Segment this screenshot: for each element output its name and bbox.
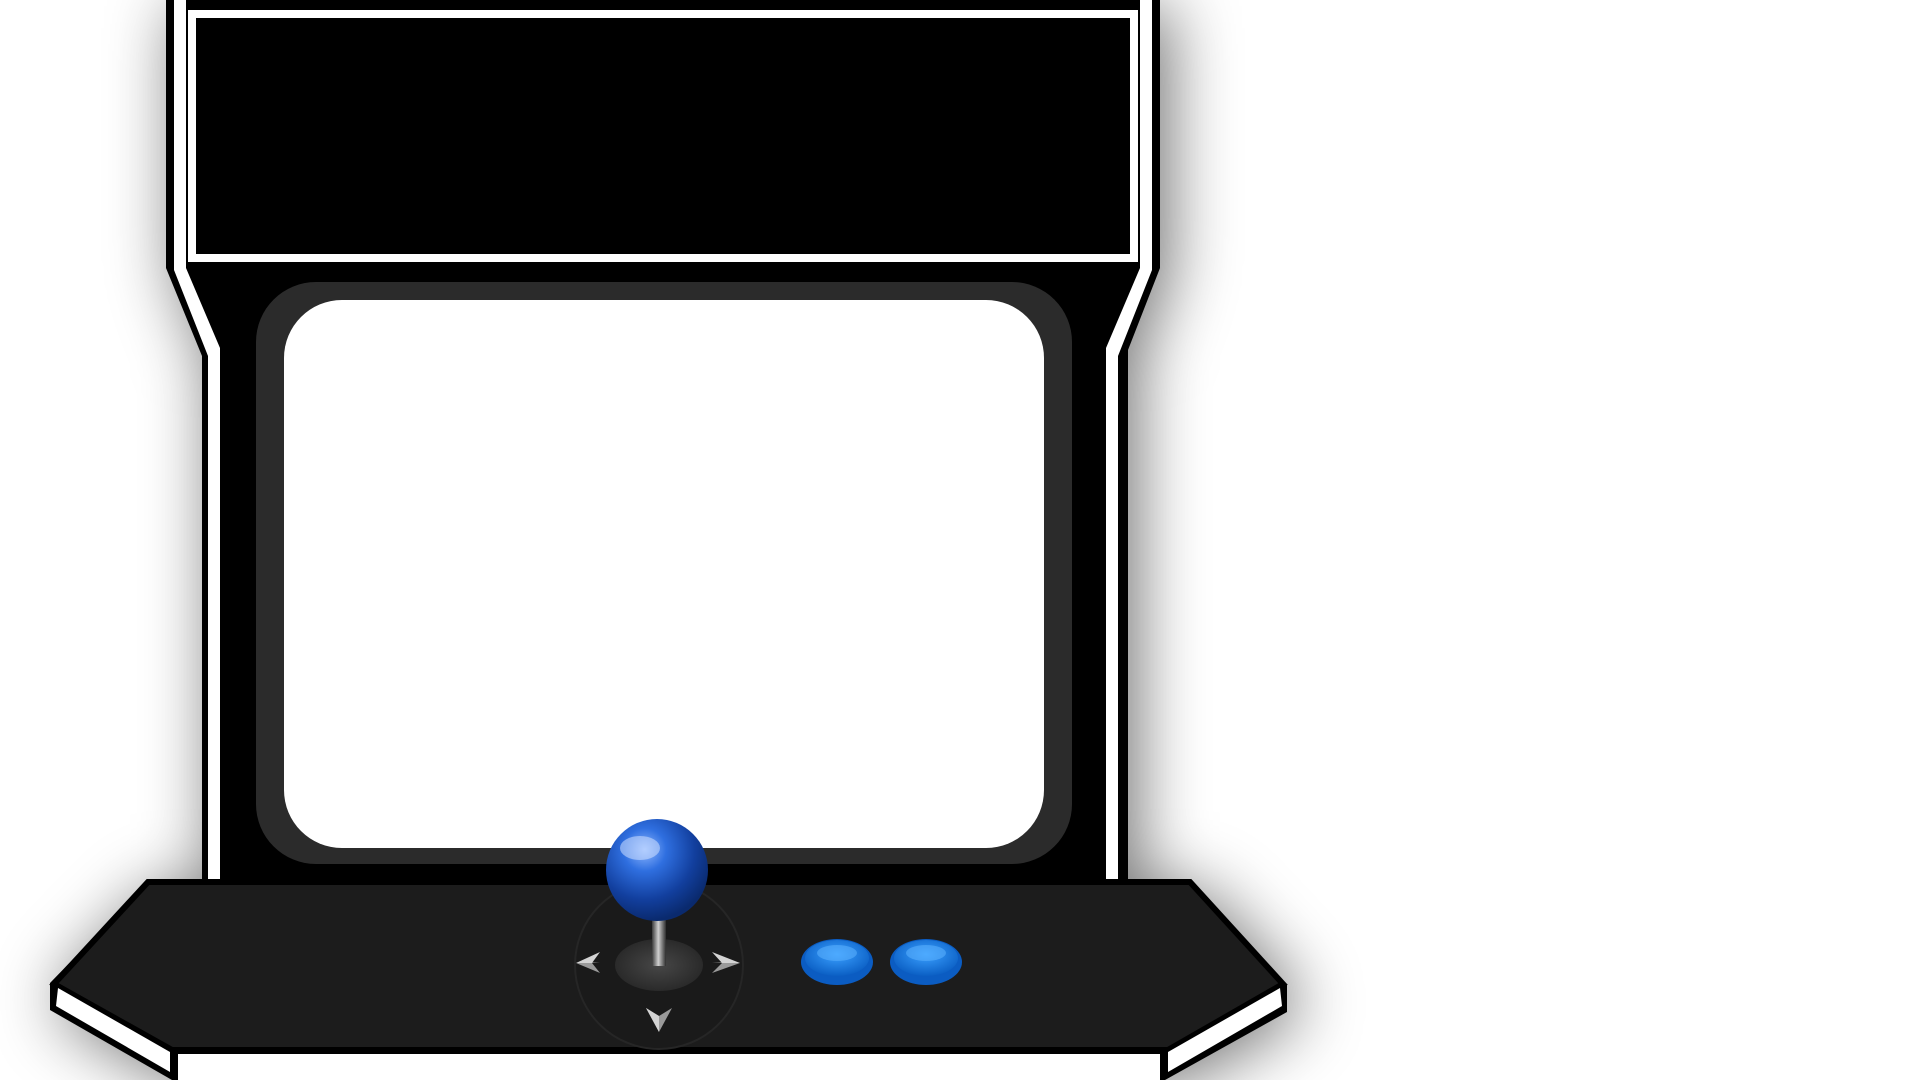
- action-button-1[interactable]: [801, 939, 873, 985]
- arcade-scene: [0, 0, 1920, 1080]
- marquee-left-trim: [188, 10, 196, 262]
- marquee-panel: [196, 18, 1130, 244]
- game-screen: [284, 300, 1044, 848]
- control-panel-front-edge: [178, 1054, 1160, 1080]
- action-button-2[interactable]: [890, 939, 962, 985]
- marquee-bottom-trim: [196, 254, 1130, 262]
- joystick-ball-highlight: [620, 836, 660, 860]
- joystick-ball[interactable]: [606, 819, 708, 921]
- marquee-top-trim: [196, 10, 1130, 18]
- marquee-right-trim: [1130, 10, 1138, 262]
- arcade-cabinet: [49, 0, 1288, 1080]
- joystick[interactable]: [606, 819, 708, 921]
